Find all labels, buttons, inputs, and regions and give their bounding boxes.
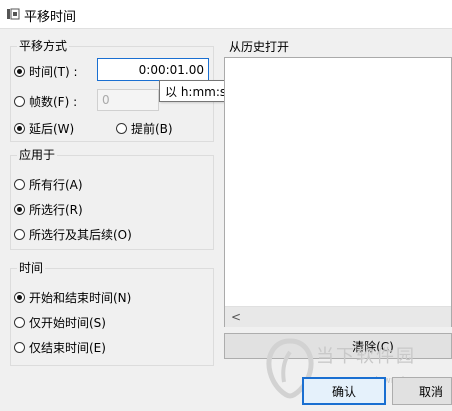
selected-rows-label: 所选行(R): [29, 203, 83, 217]
history-legend: 从历史打开: [229, 40, 290, 54]
advance-radio-dot[interactable]: [116, 123, 127, 134]
end-only-radio-dot[interactable]: [14, 342, 25, 353]
history-list[interactable]: <: [224, 57, 452, 327]
advance-radio[interactable]: 提前(B): [116, 120, 173, 137]
all-rows-radio[interactable]: 所有行(A): [14, 176, 83, 193]
delay-radio[interactable]: 延后(W): [14, 120, 74, 137]
ok-button[interactable]: 确认: [302, 377, 386, 405]
frames-radio-label: 帧数(F) :: [29, 95, 78, 109]
frames-radio[interactable]: 帧数(F) :: [14, 93, 77, 110]
history-hscrollbar[interactable]: <: [225, 306, 451, 327]
start-end-label: 开始和结束时间(N): [29, 291, 132, 305]
advance-radio-label: 提前(B): [131, 122, 173, 136]
time-input-value: 0:00:01.00: [138, 62, 204, 77]
delay-radio-dot[interactable]: [14, 123, 25, 134]
delay-radio-label: 延后(W): [29, 122, 75, 136]
time-radio-label: 时间(T) :: [29, 65, 78, 79]
ok-button-label: 确认: [331, 384, 356, 399]
start-only-radio-dot[interactable]: [14, 317, 25, 328]
cancel-button-label: 取消: [418, 384, 443, 399]
time-radio-dot[interactable]: [14, 66, 25, 77]
end-only-label: 仅结束时间(E): [29, 341, 106, 355]
selected-and-after-radio[interactable]: 所选行及其后续(O): [14, 226, 132, 243]
scroll-left-icon[interactable]: <: [231, 310, 241, 324]
app-icon: [6, 7, 20, 21]
time-group-legend: 时间: [17, 259, 46, 276]
time-radio[interactable]: 时间(T) :: [14, 63, 78, 80]
start-only-radio[interactable]: 仅开始时间(S): [14, 314, 106, 331]
selected-rows-radio[interactable]: 所选行(R): [14, 201, 83, 218]
title-bar: 平移时间: [0, 0, 452, 29]
end-only-radio[interactable]: 仅结束时间(E): [14, 339, 106, 356]
frames-input-value: 0: [102, 93, 110, 107]
selected-and-after-label: 所选行及其后续(O): [29, 228, 132, 242]
selected-rows-radio-dot[interactable]: [14, 204, 25, 215]
frames-radio-dot[interactable]: [14, 96, 25, 107]
time-input[interactable]: 0:00:01.00: [97, 58, 209, 81]
all-rows-label: 所有行(A): [29, 178, 83, 192]
start-only-label: 仅开始时间(S): [29, 316, 106, 330]
watermark-text: 当下软件园: [316, 346, 416, 367]
start-end-radio-dot[interactable]: [14, 292, 25, 303]
apply-to-legend: 应用于: [17, 146, 58, 163]
selected-and-after-radio-dot[interactable]: [14, 229, 25, 240]
window-title: 平移时间: [24, 10, 77, 25]
start-end-radio[interactable]: 开始和结束时间(N): [14, 289, 131, 306]
cancel-button[interactable]: 取消: [392, 377, 452, 405]
shift-mode-legend: 平移方式: [17, 37, 70, 54]
frames-input[interactable]: 0: [97, 89, 159, 111]
all-rows-radio-dot[interactable]: [14, 179, 25, 190]
